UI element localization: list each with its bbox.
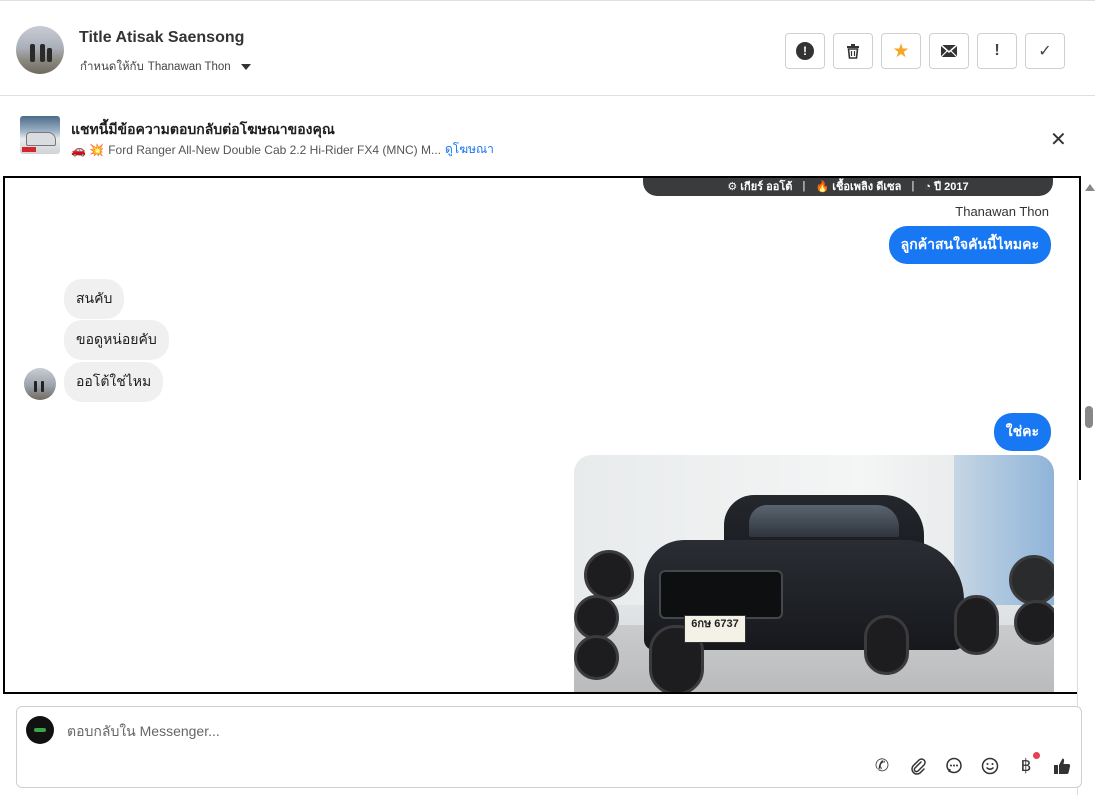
license-plate: 6กษ 6737 bbox=[684, 615, 746, 643]
close-icon[interactable]: ✕ bbox=[1050, 127, 1067, 152]
message-bubble-incoming[interactable]: ออโต้ใช่ไหม bbox=[64, 362, 164, 402]
exclamation-icon: ! bbox=[994, 42, 1000, 59]
assign-dropdown[interactable]: กำหนดให้กับ Thanawan Thon bbox=[80, 58, 251, 76]
view-ad-link[interactable]: ดูโฆษณา bbox=[445, 140, 494, 159]
scroll-thumb[interactable] bbox=[1085, 406, 1093, 428]
check-icon: ✓ bbox=[1038, 43, 1052, 60]
message-bubble-incoming[interactable]: สนคับ bbox=[64, 279, 125, 319]
call-icon[interactable]: ✆ bbox=[870, 754, 894, 778]
alert-circle-icon: ! bbox=[796, 42, 814, 60]
envelope-icon bbox=[940, 44, 958, 58]
assignee-name: Thanawan Thon bbox=[147, 61, 231, 73]
car-emoji-icon: 🚗 💥 bbox=[71, 142, 105, 157]
message-bubble-incoming[interactable]: ขอดูหน่อยคับ bbox=[64, 320, 169, 360]
mark-unread-button[interactable] bbox=[929, 33, 969, 69]
reply-input[interactable] bbox=[65, 719, 769, 743]
ad-thumbnail[interactable] bbox=[20, 116, 60, 154]
emoji-icon[interactable] bbox=[978, 754, 1002, 778]
message-composer: ✆ ฿ bbox=[16, 706, 1082, 788]
page-avatar bbox=[26, 716, 54, 744]
scroll-up-arrow-icon[interactable] bbox=[1085, 184, 1095, 191]
notification-dot bbox=[1033, 752, 1040, 759]
spam-report-button[interactable]: ! bbox=[785, 33, 825, 69]
spec-gear: ⚙ เกียร์ ออโต้ bbox=[727, 181, 793, 193]
follow-up-button[interactable]: ! bbox=[977, 33, 1017, 69]
conversation-header: Title Atisak Saensong กำหนดให้กับ Thanaw… bbox=[0, 0, 1095, 96]
spec-fuel: 🔥 เชื้อเพลิง ดีเซล bbox=[815, 181, 902, 193]
star-icon: ★ bbox=[892, 40, 910, 62]
message-thread[interactable]: ⚙ เกียร์ ออโต้ | 🔥 เชื้อเพลิง ดีเซล | ◔ … bbox=[3, 176, 1081, 694]
chevron-down-icon bbox=[240, 64, 251, 70]
trash-icon bbox=[847, 44, 859, 59]
like-icon[interactable] bbox=[1050, 754, 1074, 778]
attach-icon[interactable] bbox=[906, 754, 930, 778]
ad-description: Ford Ranger All-New Double Cab 2.2 Hi-Ri… bbox=[108, 142, 441, 157]
message-bubble-outgoing[interactable]: ลูกค้าสนใจคันนี้ไหมคะ bbox=[888, 226, 1051, 264]
car-photo-message[interactable]: 6กษ 6737 bbox=[574, 455, 1054, 692]
mark-done-button[interactable]: ✓ bbox=[1025, 33, 1065, 69]
sender-name: Thanawan Thon bbox=[955, 204, 1049, 219]
ad-description-row: 🚗 💥 Ford Ranger All-New Double Cab 2.2 H… bbox=[71, 140, 494, 159]
contact-avatar[interactable] bbox=[16, 26, 64, 74]
ad-reply-banner: แชทนี้มีข้อความตอบกลับต่อโฆษณาของคุณ 🚗 💥… bbox=[0, 97, 1095, 175]
assign-label: กำหนดให้กับ bbox=[80, 61, 144, 73]
star-button[interactable]: ★ bbox=[881, 33, 921, 69]
delete-button[interactable] bbox=[833, 33, 873, 69]
message-bubble-outgoing[interactable]: ใช่คะ bbox=[993, 413, 1051, 451]
contact-name[interactable]: Title Atisak Saensong bbox=[79, 29, 244, 47]
contact-avatar-small bbox=[24, 368, 56, 400]
saved-reply-icon[interactable] bbox=[942, 754, 966, 778]
spec-year: ◔ ปี 2017 bbox=[924, 181, 969, 193]
car-spec-strip: ⚙ เกียร์ ออโต้ | 🔥 เชื้อเพลิง ดีเซล | ◔ … bbox=[643, 178, 1053, 196]
ad-banner-title: แชทนี้มีข้อความตอบกลับต่อโฆษณาของคุณ bbox=[71, 121, 335, 137]
